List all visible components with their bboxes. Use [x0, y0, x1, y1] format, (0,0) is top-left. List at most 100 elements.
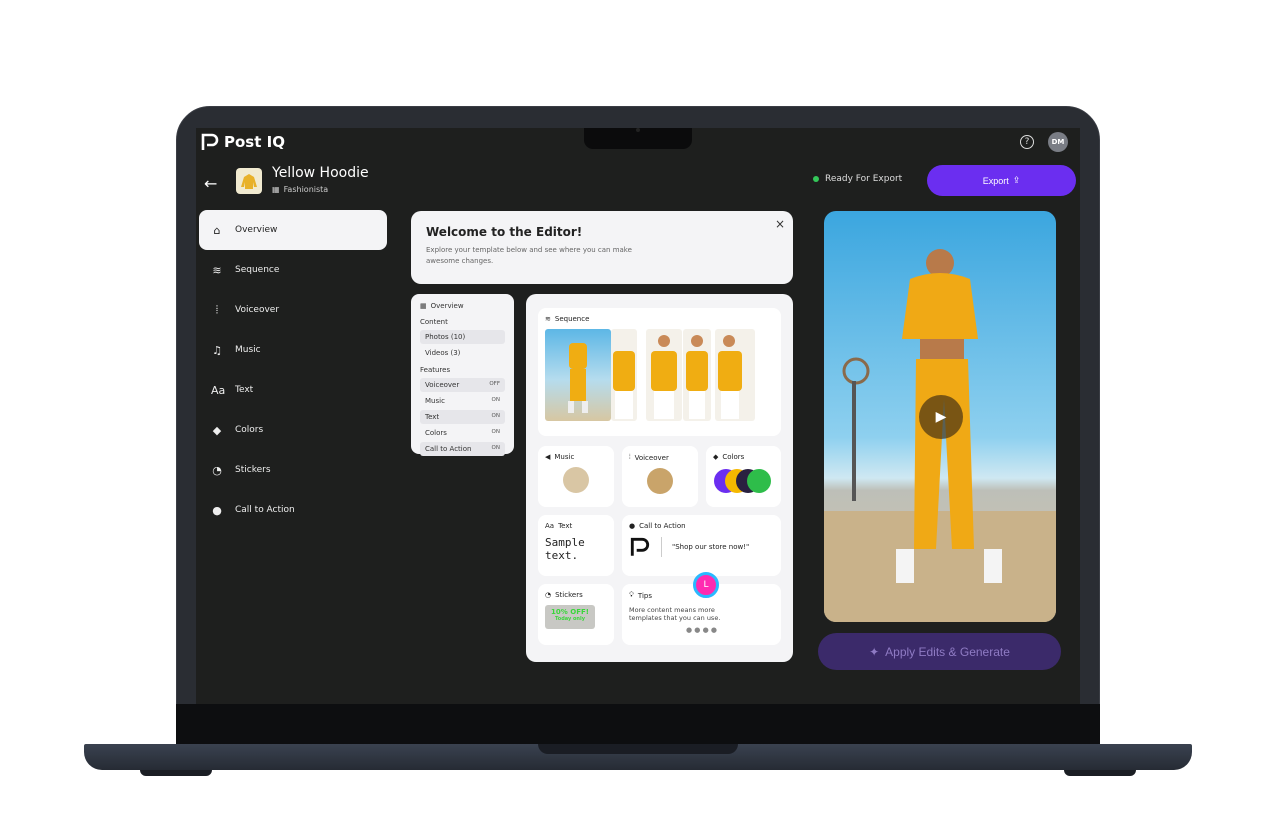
- sidebar-item-label: Call to Action: [235, 505, 295, 515]
- text-aa-icon: Aa: [211, 383, 226, 397]
- laptop-base-notch: [538, 744, 738, 754]
- feature-row[interactable]: Music ON: [420, 394, 505, 408]
- alert-bubble-icon: ●: [212, 503, 222, 517]
- stickers-tile[interactable]: ◔ Stickers 10% OFF! Today only: [538, 584, 614, 645]
- status-label: Ready For Export: [825, 174, 903, 184]
- sidebar-item-stickers[interactable]: ◔ Stickers: [199, 450, 387, 490]
- sequence-photo[interactable]: [715, 329, 755, 421]
- welcome-card: Welcome to the Editor! Explore your temp…: [411, 211, 793, 284]
- carousel-dots[interactable]: ● ● ● ●: [629, 626, 774, 634]
- music-avatar: [563, 467, 589, 493]
- voiceover-tile-title: Voiceover: [634, 453, 669, 462]
- sidebar-item-overview[interactable]: ⌂ Overview: [199, 210, 387, 250]
- colors-tile-title: Colors: [722, 453, 745, 461]
- feature-name: Call to Action: [425, 445, 472, 453]
- lightbulb-icon: 💡︎: [629, 591, 634, 599]
- voiceover-tile[interactable]: ⦙ Voiceover: [622, 446, 698, 507]
- sticker-icon: ◔: [212, 463, 222, 477]
- feature-state: ON: [491, 413, 500, 419]
- sparkle-icon: ✦: [869, 644, 880, 659]
- sidebar-item-label: Voiceover: [235, 305, 280, 315]
- sequence-photo[interactable]: [646, 329, 682, 421]
- help-icon[interactable]: ?: [1020, 135, 1034, 149]
- sidebar-item-text[interactable]: Aa Text: [199, 370, 387, 410]
- sidebar-item-music[interactable]: ♫ Music: [199, 330, 387, 370]
- sample-text: Sample text.: [545, 536, 585, 563]
- video-preview[interactable]: ▶: [824, 211, 1056, 622]
- laptop-foot-right: [1064, 770, 1136, 776]
- sticker-text: 10% OFF!: [551, 608, 589, 616]
- welcome-title: Welcome to the Editor!: [426, 225, 583, 239]
- sticker-subtext: Today only: [555, 616, 585, 622]
- content-item[interactable]: Photos (10): [420, 330, 505, 344]
- feature-name: Colors: [425, 429, 447, 437]
- sidebar-item-colors[interactable]: ◆ Colors: [199, 410, 387, 450]
- sticker-preview: 10% OFF! Today only: [545, 605, 595, 629]
- close-icon[interactable]: ×: [775, 217, 785, 231]
- export-button[interactable]: Export ⇪: [927, 165, 1076, 196]
- project-subtitle: ▦ Fashionista: [272, 185, 328, 194]
- sidebar-item-voiceover[interactable]: ⦙ Voiceover: [199, 290, 387, 330]
- sequence-photo[interactable]: [683, 329, 711, 421]
- layers-icon: ≋: [545, 315, 551, 323]
- tips-text: More content means more templates that y…: [629, 606, 721, 623]
- text-tile[interactable]: Aa Text Sample text.: [538, 515, 614, 576]
- share-icon: ⇪: [1012, 175, 1021, 185]
- text-tile-title: Text: [558, 522, 573, 530]
- project-workspace: Fashionista: [283, 185, 329, 194]
- speaker-icon: ◀: [545, 453, 551, 461]
- generate-label: Apply Edits & Generate: [885, 644, 1010, 659]
- sidebar-item-call-to-action[interactable]: ● Call to Action: [199, 490, 387, 530]
- alert-bubble-icon: ●: [629, 522, 636, 530]
- paint-bucket-icon: ◆: [212, 423, 222, 437]
- top-right-icons: ? DM: [1020, 132, 1068, 152]
- user-avatar[interactable]: DM: [1048, 132, 1068, 152]
- color-swatch: [747, 469, 771, 493]
- cta-tile[interactable]: ● Call to Action "Shop our store now!": [622, 515, 781, 576]
- stickers-tile-title: Stickers: [555, 591, 583, 599]
- sequence-photo[interactable]: [611, 329, 637, 421]
- camera-dot: [636, 128, 640, 132]
- sidebar-item-label: Music: [235, 345, 261, 355]
- sequence-tile-title: Sequence: [554, 315, 590, 323]
- tips-tile-title: Tips: [637, 591, 653, 600]
- overview-card-title: Overview: [430, 302, 464, 310]
- layout-icon: ▦: [272, 185, 280, 194]
- feature-name: Text: [425, 413, 440, 421]
- feature-row[interactable]: Voiceover OFF: [420, 378, 505, 392]
- feature-state: ON: [491, 429, 500, 435]
- music-tile[interactable]: ◀ Music: [538, 446, 614, 507]
- back-arrow-icon[interactable]: ←: [204, 174, 217, 193]
- waveform-icon: ⦙: [629, 453, 631, 461]
- laptop-foot-left: [140, 770, 212, 776]
- feature-row[interactable]: Colors ON: [420, 426, 505, 440]
- sequence-photo[interactable]: [545, 329, 611, 421]
- features-label: Features: [420, 366, 451, 374]
- sequence-tile[interactable]: ≋ Sequence: [538, 308, 781, 436]
- feature-state: ON: [491, 445, 500, 451]
- colors-tile[interactable]: ◆ Colors: [706, 446, 781, 507]
- voiceover-avatar: [647, 468, 673, 494]
- feature-name: Music: [425, 397, 445, 405]
- project-title: Yellow Hoodie: [272, 165, 369, 181]
- sidebar-item-label: Stickers: [235, 465, 271, 475]
- feature-row[interactable]: Text ON: [420, 410, 505, 424]
- sidebar-item-label: Colors: [235, 425, 264, 435]
- export-label: Export: [982, 175, 1009, 186]
- color-swatches: [714, 469, 771, 493]
- brand-logo[interactable]: Post IQ: [200, 132, 285, 152]
- feature-state: ON: [491, 397, 500, 403]
- feature-state: OFF: [489, 381, 500, 387]
- sidebar-item-sequence[interactable]: ≋ Sequence: [199, 250, 387, 290]
- overview-card: ▦ Overview Content Photos (10) Videos (3)…: [411, 294, 514, 456]
- apply-edits-generate-button[interactable]: ✦ Apply Edits & Generate: [818, 633, 1061, 670]
- cta-tile-title: Call to Action: [639, 522, 686, 530]
- hoodie-thumbnail-icon: [236, 168, 262, 194]
- content-label: Content: [420, 318, 448, 326]
- feature-row[interactable]: Call to Action ON: [420, 442, 505, 456]
- cta-text: "Shop our store now!": [672, 543, 750, 551]
- brand-name: Post IQ: [224, 133, 285, 151]
- play-icon[interactable]: ▶: [919, 395, 963, 439]
- sidebar-item-label: Overview: [235, 225, 278, 235]
- content-item[interactable]: Videos (3): [420, 346, 505, 360]
